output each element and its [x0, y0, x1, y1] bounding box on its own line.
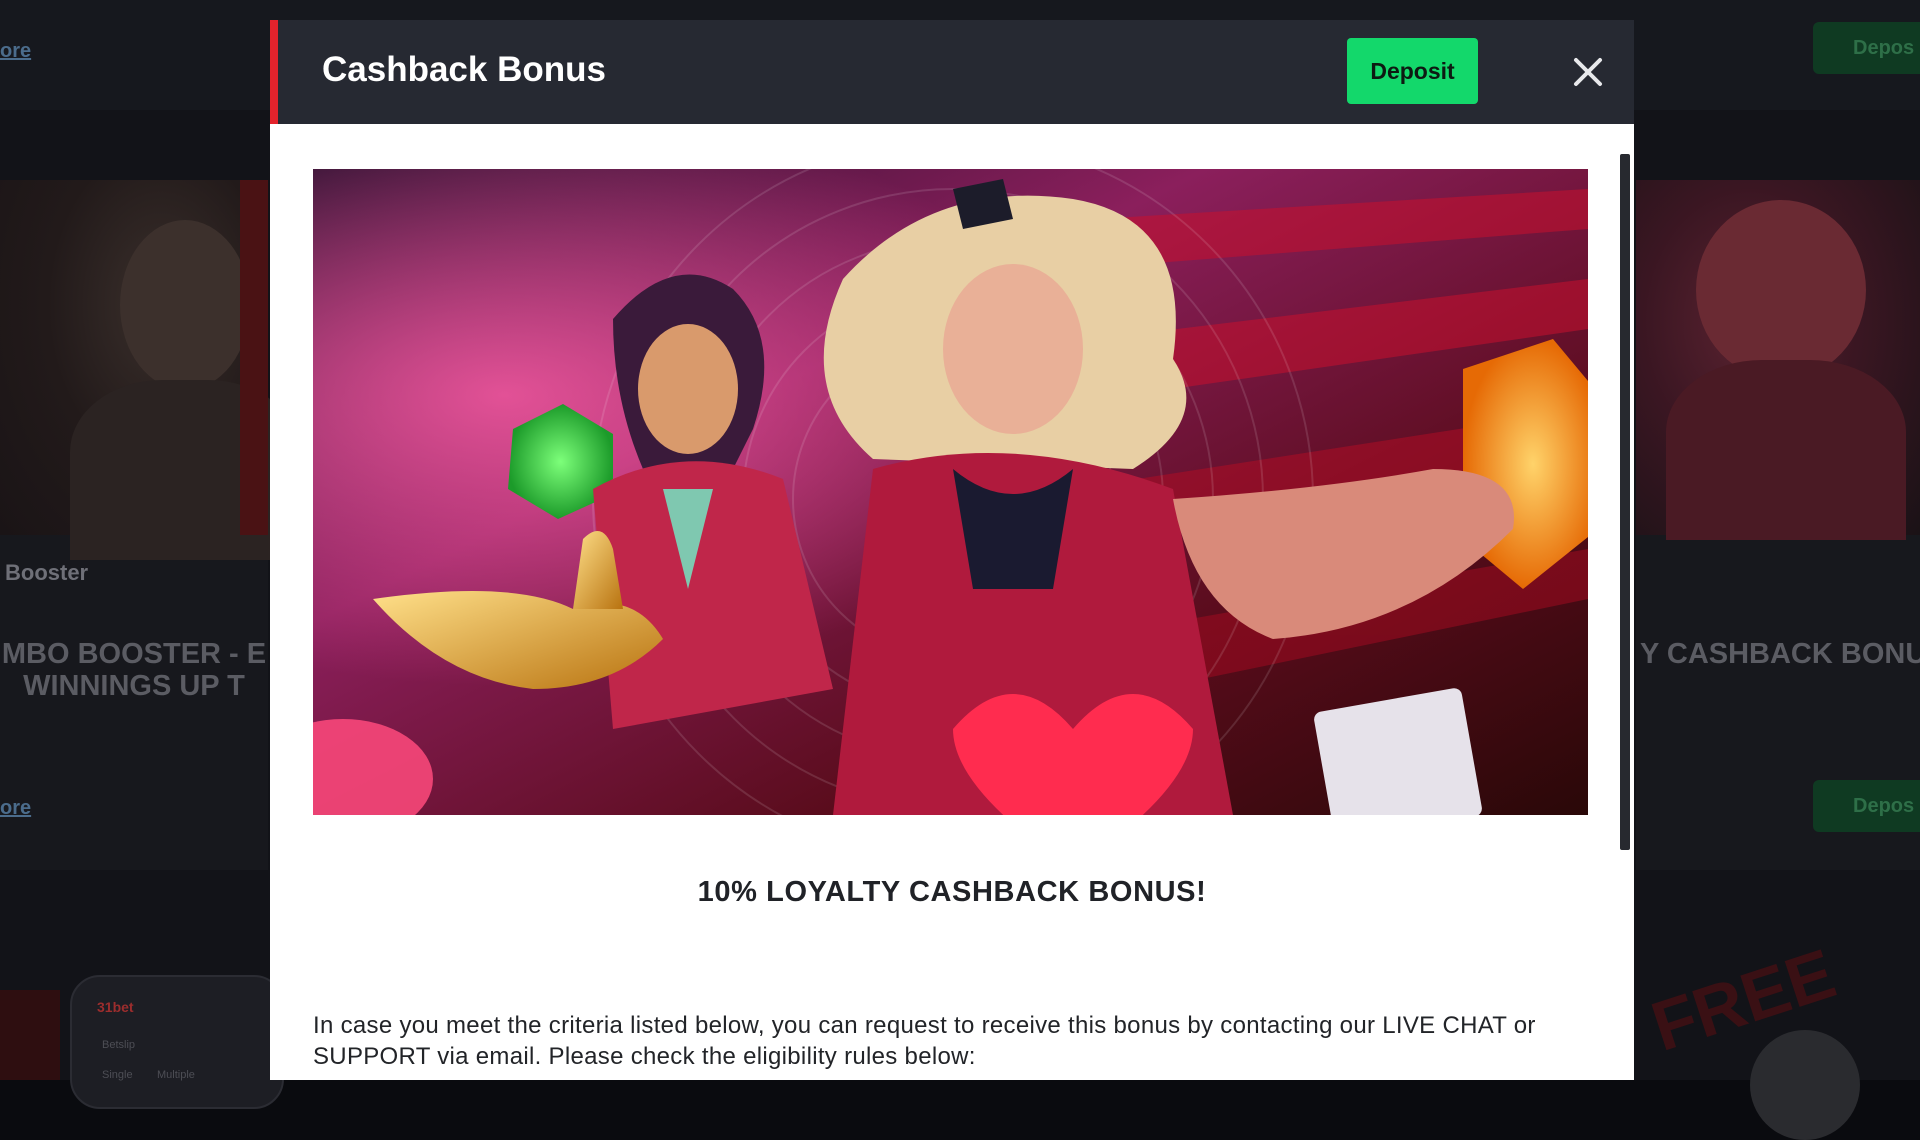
background-player-face	[120, 220, 250, 390]
background-phone-brand: 31bet	[97, 999, 134, 1015]
background-card-headline-line1: MBO BOOSTER - E	[1, 638, 267, 670]
background-card-image-right	[1636, 180, 1920, 540]
background-phone-tab-multiple: Multiple	[157, 1069, 195, 1081]
background-more-link-2: ore	[0, 797, 32, 819]
background-phone-tab-single: Single	[102, 1069, 133, 1081]
promo-banner-image	[313, 169, 1588, 815]
background-more-link: ore	[0, 40, 32, 62]
background-deposit-button-2: Depos	[1813, 780, 1920, 832]
modal-body: 10% LOYALTY CASHBACK BONUS! In case you …	[270, 124, 1634, 1080]
promo-heading: 10% LOYALTY CASHBACK BONUS!	[697, 876, 1207, 908]
background-card-headline-left: MBO BOOSTER - E WINNINGS UP T	[0, 638, 268, 702]
background-deposit-button: Depos	[1813, 22, 1920, 74]
cashback-bonus-modal: Cashback Bonus Deposit 10% LOYALTY CASHB…	[270, 20, 1634, 1080]
background-card-headline-right: Y CASHBACK BONU	[1640, 638, 1920, 670]
scrollbar-thumb[interactable]	[1620, 154, 1630, 850]
background-card-label: Booster	[5, 560, 89, 585]
background-red-stripe	[240, 180, 268, 535]
background-card-headline-line2: WINNINGS UP T	[23, 670, 245, 702]
background-football	[1750, 1030, 1860, 1140]
background-character-body	[1666, 360, 1906, 540]
background-phone-mockup: 31bet Betslip Single Multiple	[70, 975, 284, 1109]
close-icon	[1574, 58, 1602, 86]
background-character-face	[1696, 200, 1866, 380]
close-button[interactable]	[1570, 54, 1606, 90]
background-red-shape	[0, 990, 60, 1080]
background-card-image-left	[0, 180, 300, 560]
modal-header: Cashback Bonus Deposit	[270, 20, 1634, 124]
background-phone-tab-betslip: Betslip	[102, 1039, 136, 1051]
modal-title: Cashback Bonus	[322, 50, 606, 89]
deposit-button[interactable]: Deposit	[1347, 38, 1478, 104]
promo-description: In case you meet the criteria listed bel…	[313, 1012, 1536, 1070]
banner-artwork	[313, 169, 1588, 815]
